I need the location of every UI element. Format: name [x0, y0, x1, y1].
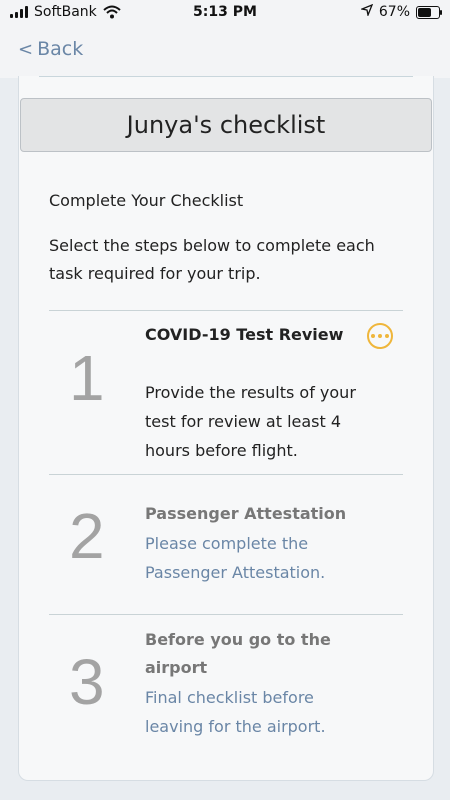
step-description: Final checklist before leaving for the a… — [145, 688, 326, 736]
status-bar: SoftBank 5:13 PM 67% — [0, 0, 450, 26]
checklist-title-box: Junya's checklist — [20, 98, 432, 152]
signal-icon — [10, 6, 28, 18]
battery-percent: 67% — [378, 4, 410, 20]
status-left: SoftBank — [10, 4, 121, 20]
checklist-title: Junya's checklist — [126, 111, 326, 139]
wifi-icon — [103, 5, 121, 19]
nav-bar: < Back — [0, 26, 450, 78]
step-description: Provide the results of your test for rev… — [145, 383, 356, 460]
step-title: COVID-19 Test Review — [145, 325, 344, 344]
step-description: Please complete the Passenger Attestatio… — [145, 534, 326, 582]
battery-icon — [416, 5, 442, 19]
back-label: Back — [37, 38, 84, 60]
step-number: 2 — [69, 500, 105, 572]
checklist-step-2[interactable]: 2 Passenger Attestation Please complete … — [49, 474, 403, 615]
checklist-card: Junya's checklist Complete Your Checklis… — [18, 76, 434, 781]
checklist-step-1[interactable]: 1 COVID-19 Test Review Provide the resul… — [49, 310, 403, 475]
step-number: 3 — [69, 646, 105, 718]
checklist-step-3[interactable]: 3 Before you go to the airport Final che… — [49, 614, 403, 765]
divider — [39, 76, 413, 77]
location-arrow-icon — [359, 3, 374, 20]
battery-fill — [418, 7, 431, 17]
step-title: Before you go to the airport — [145, 630, 331, 677]
back-button[interactable]: < Back — [18, 38, 83, 60]
carrier-label: SoftBank — [34, 4, 97, 20]
step-title: Passenger Attestation — [145, 504, 347, 523]
section-heading: Complete Your Checklist — [49, 191, 244, 210]
more-icon[interactable] — [367, 323, 393, 349]
step-number: 1 — [69, 342, 105, 414]
chevron-left-icon: < — [18, 38, 34, 60]
section-description: Select the steps below to complete each … — [49, 236, 375, 283]
status-right: 67% — [359, 3, 442, 20]
